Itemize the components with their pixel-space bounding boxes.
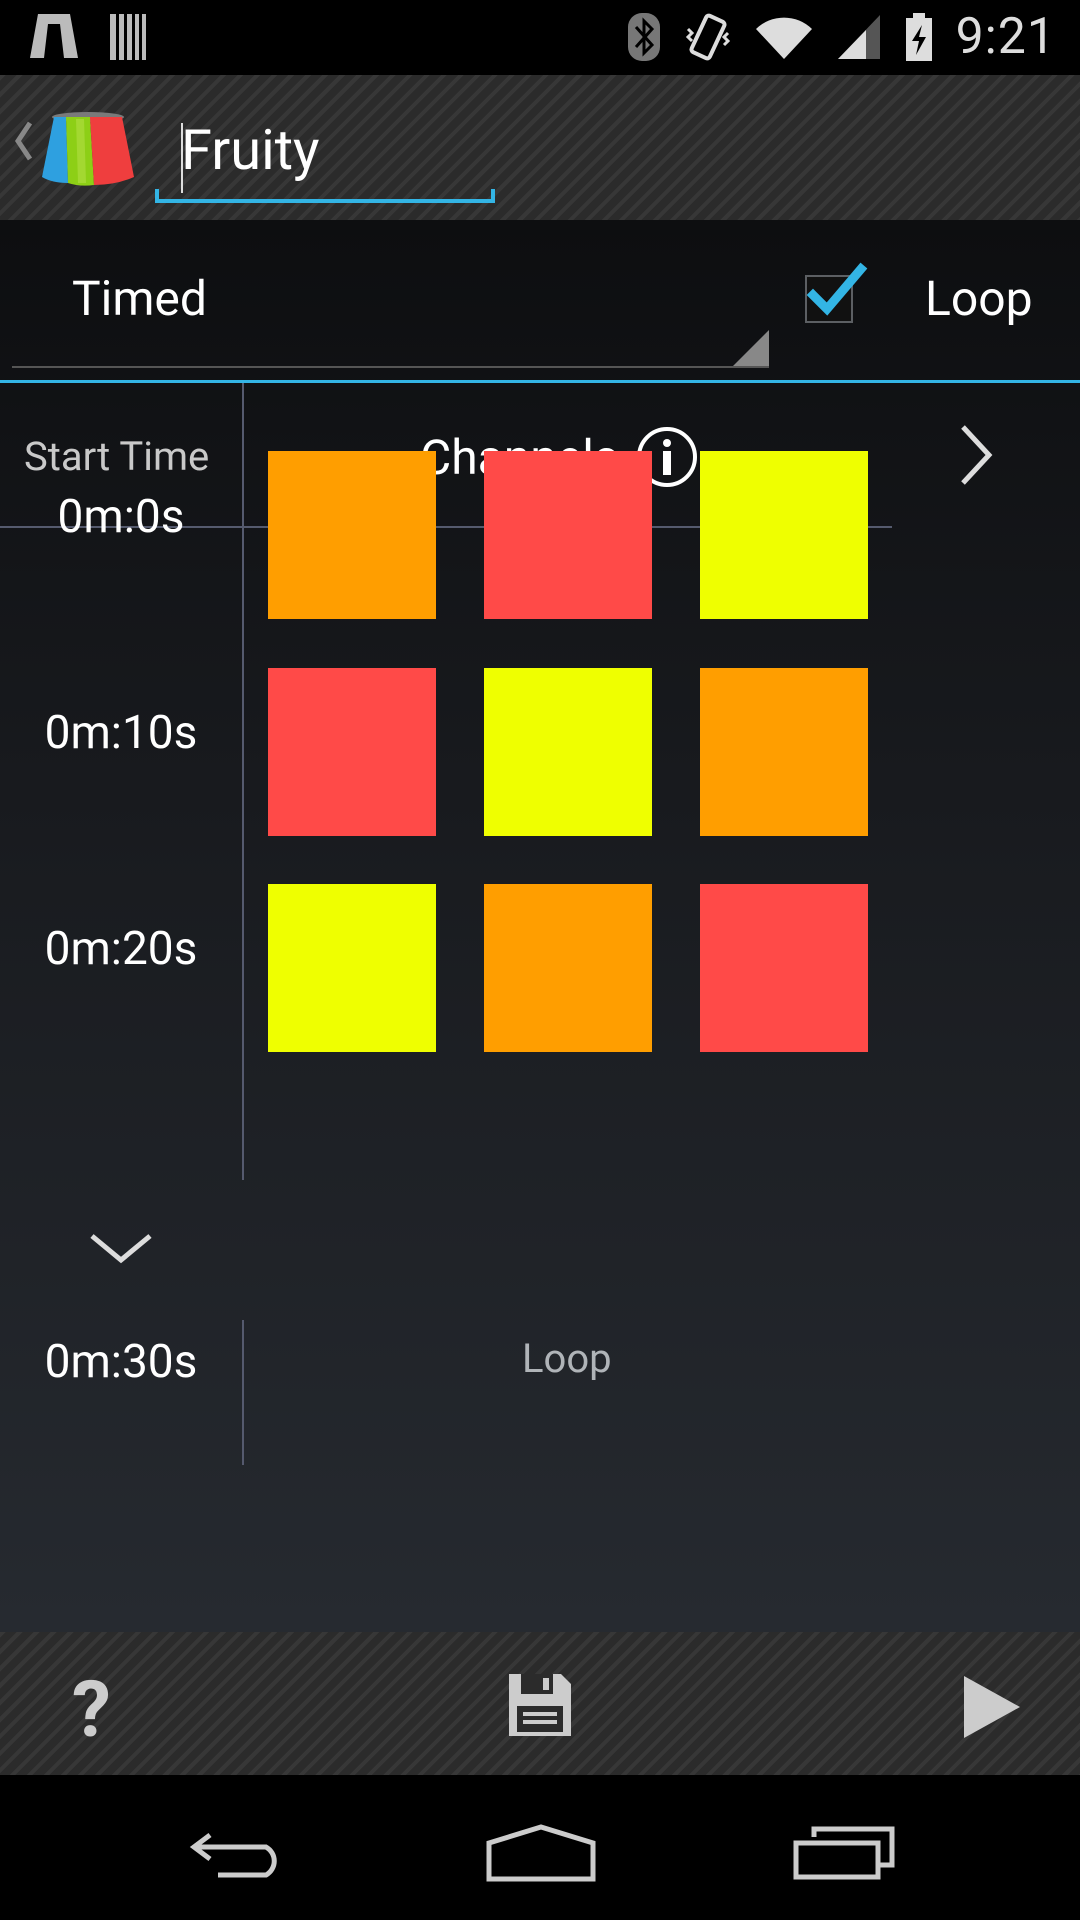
next-chevron-icon[interactable] bbox=[955, 423, 995, 487]
channel-cell[interactable] bbox=[484, 884, 652, 1052]
expand-chevron-icon[interactable] bbox=[88, 1230, 154, 1266]
mode-spinner-value: Timed bbox=[72, 270, 207, 327]
loop-row-time: 0m:30s bbox=[44, 1335, 198, 1389]
back-chevron-icon[interactable] bbox=[12, 119, 36, 163]
channel-cell[interactable] bbox=[700, 451, 868, 619]
title-underline bbox=[155, 189, 495, 203]
barcode-notification-icon bbox=[110, 14, 146, 60]
navigation-bar bbox=[0, 1775, 1080, 1920]
channel-cell[interactable] bbox=[484, 451, 652, 619]
channel-cell[interactable] bbox=[268, 451, 436, 619]
status-bar: 9:21 bbox=[0, 0, 1080, 75]
mode-spinner[interactable]: Timed bbox=[12, 220, 769, 368]
title-input[interactable]: Fruity bbox=[155, 115, 495, 185]
save-icon[interactable] bbox=[505, 1670, 575, 1740]
spinner-arrow-icon bbox=[733, 330, 769, 366]
checkmark-icon bbox=[806, 262, 868, 316]
row-time-label: 0m:10s bbox=[44, 706, 198, 760]
spinner-underline bbox=[12, 366, 769, 368]
bottom-action-bar: ? bbox=[0, 1632, 1080, 1775]
title-field[interactable]: Fruity bbox=[155, 115, 495, 203]
signal-icon bbox=[837, 15, 880, 59]
row-time-label: 0m:20s bbox=[44, 922, 198, 976]
play-icon[interactable] bbox=[960, 1674, 1022, 1740]
status-time: 9:21 bbox=[955, 8, 1056, 66]
channel-cell[interactable] bbox=[700, 884, 868, 1052]
text-cursor bbox=[181, 123, 183, 193]
loop-label[interactable]: Loop bbox=[925, 270, 1033, 327]
channel-cell[interactable] bbox=[484, 668, 652, 836]
bluetooth-icon bbox=[627, 13, 660, 61]
channel-cell[interactable] bbox=[268, 884, 436, 1052]
notification-icons bbox=[28, 12, 148, 62]
system-icons: 9:21 bbox=[626, 8, 1056, 66]
app-logo-icon[interactable] bbox=[40, 109, 136, 187]
home-icon[interactable] bbox=[485, 1823, 597, 1883]
battery-charging-icon bbox=[905, 13, 932, 61]
action-bar: Fruity bbox=[0, 75, 1080, 220]
loop-checkbox[interactable] bbox=[805, 262, 868, 323]
help-button[interactable]: ? bbox=[72, 1672, 111, 1750]
start-time-header: Start Time bbox=[24, 433, 210, 480]
channel-cell[interactable] bbox=[700, 668, 868, 836]
vibrate-icon bbox=[685, 13, 730, 61]
row-time-label: 0m:0s bbox=[57, 490, 185, 544]
main-content: Timed Loop Start Time Channels 0m bbox=[0, 220, 1080, 1632]
loop-row-label: Loop bbox=[522, 1335, 612, 1382]
column-divider bbox=[242, 1320, 244, 1465]
column-divider bbox=[242, 383, 244, 1180]
channel-cell[interactable] bbox=[268, 668, 436, 836]
app-notification-icon bbox=[30, 14, 78, 58]
back-icon[interactable] bbox=[188, 1825, 292, 1881]
wifi-icon bbox=[755, 17, 812, 59]
recent-apps-icon[interactable] bbox=[792, 1825, 896, 1881]
mode-row: Timed Loop bbox=[0, 220, 1080, 380]
